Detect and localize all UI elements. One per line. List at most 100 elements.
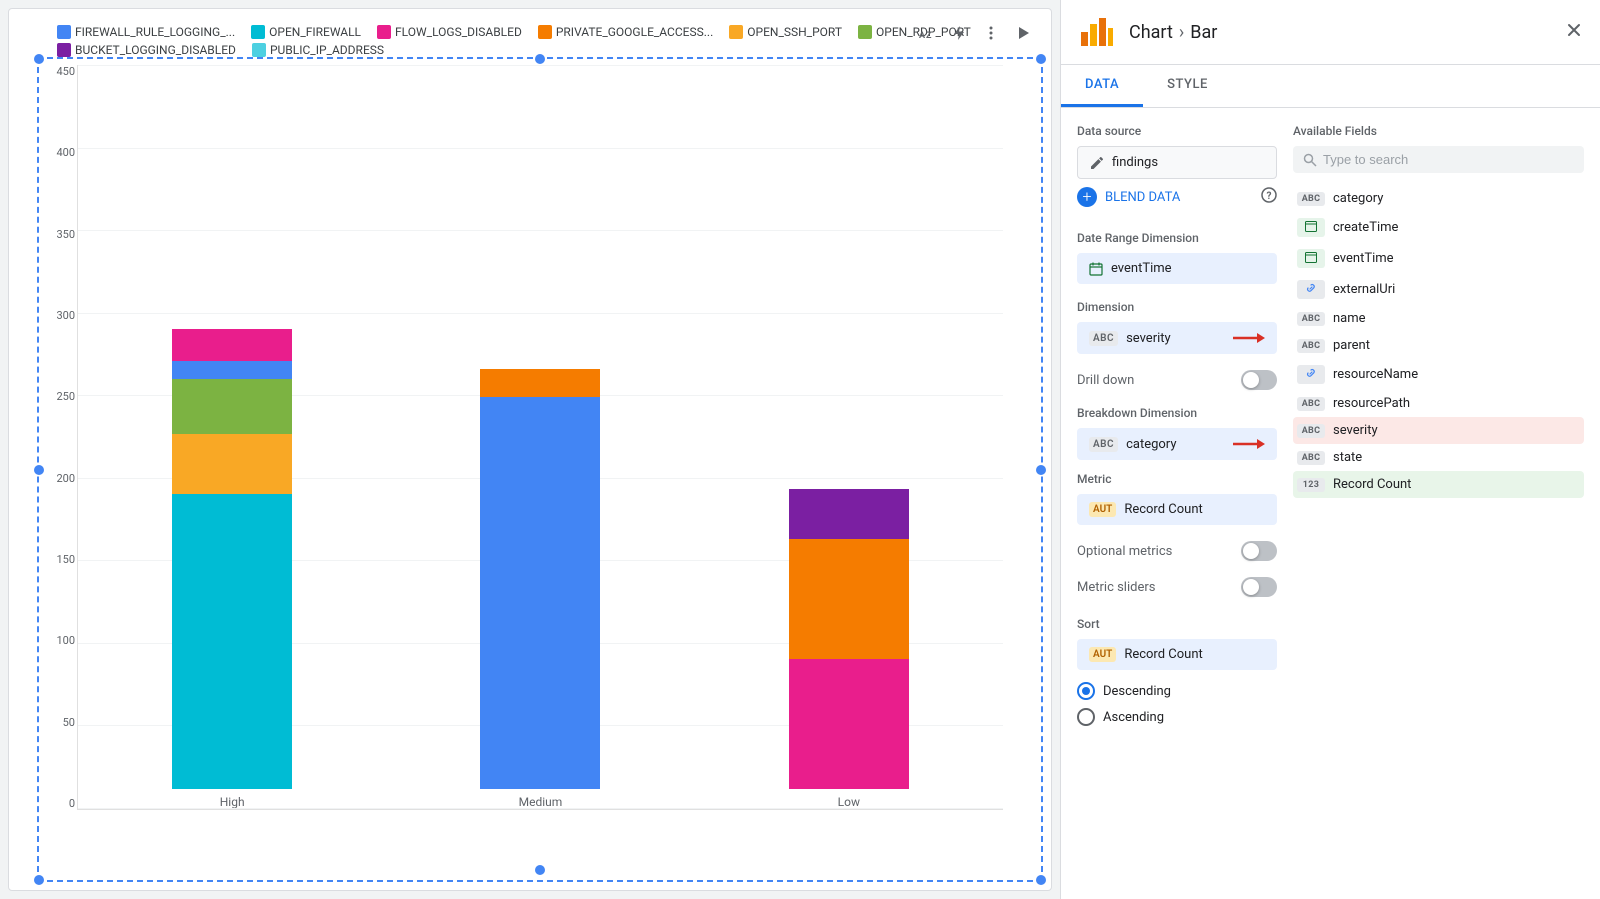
tab-style[interactable]: STYLE [1143, 65, 1232, 107]
cal-icon-createtime [1305, 220, 1317, 232]
pencil-icon [1090, 156, 1104, 170]
date-range-label: Date Range Dimension [1077, 231, 1277, 245]
field-state[interactable]: ABC state [1293, 444, 1584, 471]
radio-descending[interactable]: Descending [1077, 682, 1277, 700]
panel-title: Chart › Bar [1129, 22, 1217, 43]
field-record-count[interactable]: 123 Record Count [1293, 471, 1584, 498]
rbc-badge-dimension: ABC [1089, 331, 1118, 346]
drill-down-toggle[interactable] [1241, 370, 1277, 390]
field-name-name: name [1333, 311, 1366, 326]
field-parent[interactable]: ABC parent [1293, 332, 1584, 359]
y-label-350: 350 [27, 228, 75, 241]
svg-text:?: ? [1267, 191, 1272, 202]
date-range-value: eventTime [1111, 261, 1172, 276]
y-label-50: 50 [27, 716, 75, 729]
search-box[interactable] [1293, 146, 1584, 173]
chart-icon-container [1077, 12, 1117, 52]
y-label-400: 400 [27, 146, 75, 159]
radio-descending-outer [1077, 682, 1095, 700]
handle-br[interactable] [1036, 875, 1046, 885]
field-severity[interactable]: ABC severity [1293, 417, 1584, 444]
legend-label-bucket-logging: BUCKET_LOGGING_DISABLED [75, 43, 236, 57]
handle-bl[interactable] [34, 875, 44, 885]
legend-color-firewall-logging [57, 25, 71, 39]
metric-sliders-row: Metric sliders [1077, 573, 1277, 601]
metric-value: Record Count [1124, 502, 1202, 517]
stacked-bar-medium[interactable] [480, 369, 600, 789]
x-label-medium: Medium [519, 795, 563, 809]
field-externaluri[interactable]: externalUri [1293, 274, 1584, 305]
more-icon[interactable] [979, 21, 1003, 45]
chart-area: A Z FIREWALL_RULE_LOGGING_... [8, 8, 1052, 891]
field-resourcename[interactable]: resourceName [1293, 359, 1584, 390]
bar-high-blue [172, 361, 292, 379]
field-badge-eventtime [1297, 249, 1325, 268]
bar-group-low: Low [756, 489, 941, 809]
dimension-label: Dimension [1077, 300, 1277, 314]
breakdown-chip[interactable]: ABC category [1077, 428, 1277, 460]
grid-line-400 [78, 148, 1003, 149]
rbc-badge-breakdown: ABC [1089, 437, 1118, 452]
stacked-bar-high[interactable] [172, 329, 292, 789]
arrow-indicator-dimension [1233, 330, 1265, 346]
sort-radio-group: Descending Ascending [1077, 682, 1277, 726]
chart-toolbar: A Z [907, 17, 1043, 49]
bar-chart-icon [1079, 14, 1115, 50]
y-axis: 0 50 100 150 200 250 300 350 400 450 [27, 65, 75, 810]
data-source-row[interactable]: findings [1077, 146, 1277, 179]
play-icon[interactable] [1011, 21, 1035, 45]
field-name-parent: parent [1333, 338, 1370, 353]
right-panel: Chart › Bar DATA STYLE Data source findi… [1060, 0, 1600, 899]
legend-label-open-ssh: OPEN_SSH_PORT [747, 25, 842, 39]
y-label-100: 100 [27, 634, 75, 647]
panel-tabs: DATA STYLE [1061, 65, 1600, 108]
legend-item-firewall-logging: FIREWALL_RULE_LOGGING_... [57, 25, 235, 39]
y-label-250: 250 [27, 390, 75, 403]
search-input[interactable] [1323, 152, 1574, 167]
field-badge-createtime [1297, 218, 1325, 237]
sort-metric: Record Count [1124, 647, 1202, 662]
field-createtime[interactable]: createTime [1293, 212, 1584, 243]
field-name-category: category [1333, 191, 1383, 206]
radio-ascending[interactable]: Ascending [1077, 708, 1277, 726]
field-name-createtime: createTime [1333, 220, 1398, 235]
dimension-chip[interactable]: ABC severity [1077, 322, 1277, 354]
bar-high-pink [172, 329, 292, 361]
grid-line-350 [78, 230, 1003, 231]
legend-item-open-firewall: OPEN_FIREWALL [251, 25, 361, 39]
bars-container: High Medium Low [77, 65, 1003, 810]
panel-bar-label: Bar [1190, 22, 1217, 43]
legend-label-public-ip: PUBLIC_IP_ADDRESS [270, 43, 384, 57]
panel-close-button[interactable] [1564, 20, 1584, 45]
legend-item-open-ssh: OPEN_SSH_PORT [729, 25, 842, 39]
svg-text:A: A [919, 31, 926, 41]
field-eventtime[interactable]: eventTime [1293, 243, 1584, 274]
legend-color-public-ip [252, 43, 266, 57]
svg-text:Z: Z [926, 31, 932, 41]
help-icon[interactable]: ? [1261, 187, 1277, 207]
ascending-label: Ascending [1103, 710, 1164, 725]
cal-icon-eventtime [1305, 251, 1317, 263]
field-category[interactable]: ABC category [1293, 185, 1584, 212]
field-badge-severity: ABC [1297, 424, 1325, 438]
legend-label-flow-logs: FLOW_LOGS_DISABLED [395, 25, 522, 39]
optional-metrics-toggle[interactable] [1241, 541, 1277, 561]
panel-content: Data source findings + BLEND DATA ? Date… [1061, 108, 1600, 899]
date-range-chip[interactable]: eventTime [1077, 253, 1277, 284]
lightning-icon[interactable] [947, 21, 971, 45]
az-icon[interactable]: A Z [915, 21, 939, 45]
panel-header: Chart › Bar [1061, 0, 1600, 65]
tab-data[interactable]: DATA [1061, 65, 1143, 107]
metric-sliders-toggle[interactable] [1241, 577, 1277, 597]
handle-bottom[interactable] [535, 865, 545, 875]
stacked-bar-low[interactable] [789, 489, 909, 789]
sort-chip[interactable]: AUT Record Count [1077, 639, 1277, 670]
legend-color-bucket-logging [57, 43, 71, 57]
metric-chip[interactable]: AUT Record Count [1077, 494, 1277, 525]
field-badge-state: ABC [1297, 451, 1325, 465]
field-resourcepath[interactable]: ABC resourcePath [1293, 390, 1584, 417]
field-name-record-count: Record Count [1333, 477, 1411, 492]
legend-item-public-ip: PUBLIC_IP_ADDRESS [252, 43, 384, 57]
blend-data-row[interactable]: + BLEND DATA ? [1077, 179, 1277, 215]
field-name[interactable]: ABC name [1293, 305, 1584, 332]
